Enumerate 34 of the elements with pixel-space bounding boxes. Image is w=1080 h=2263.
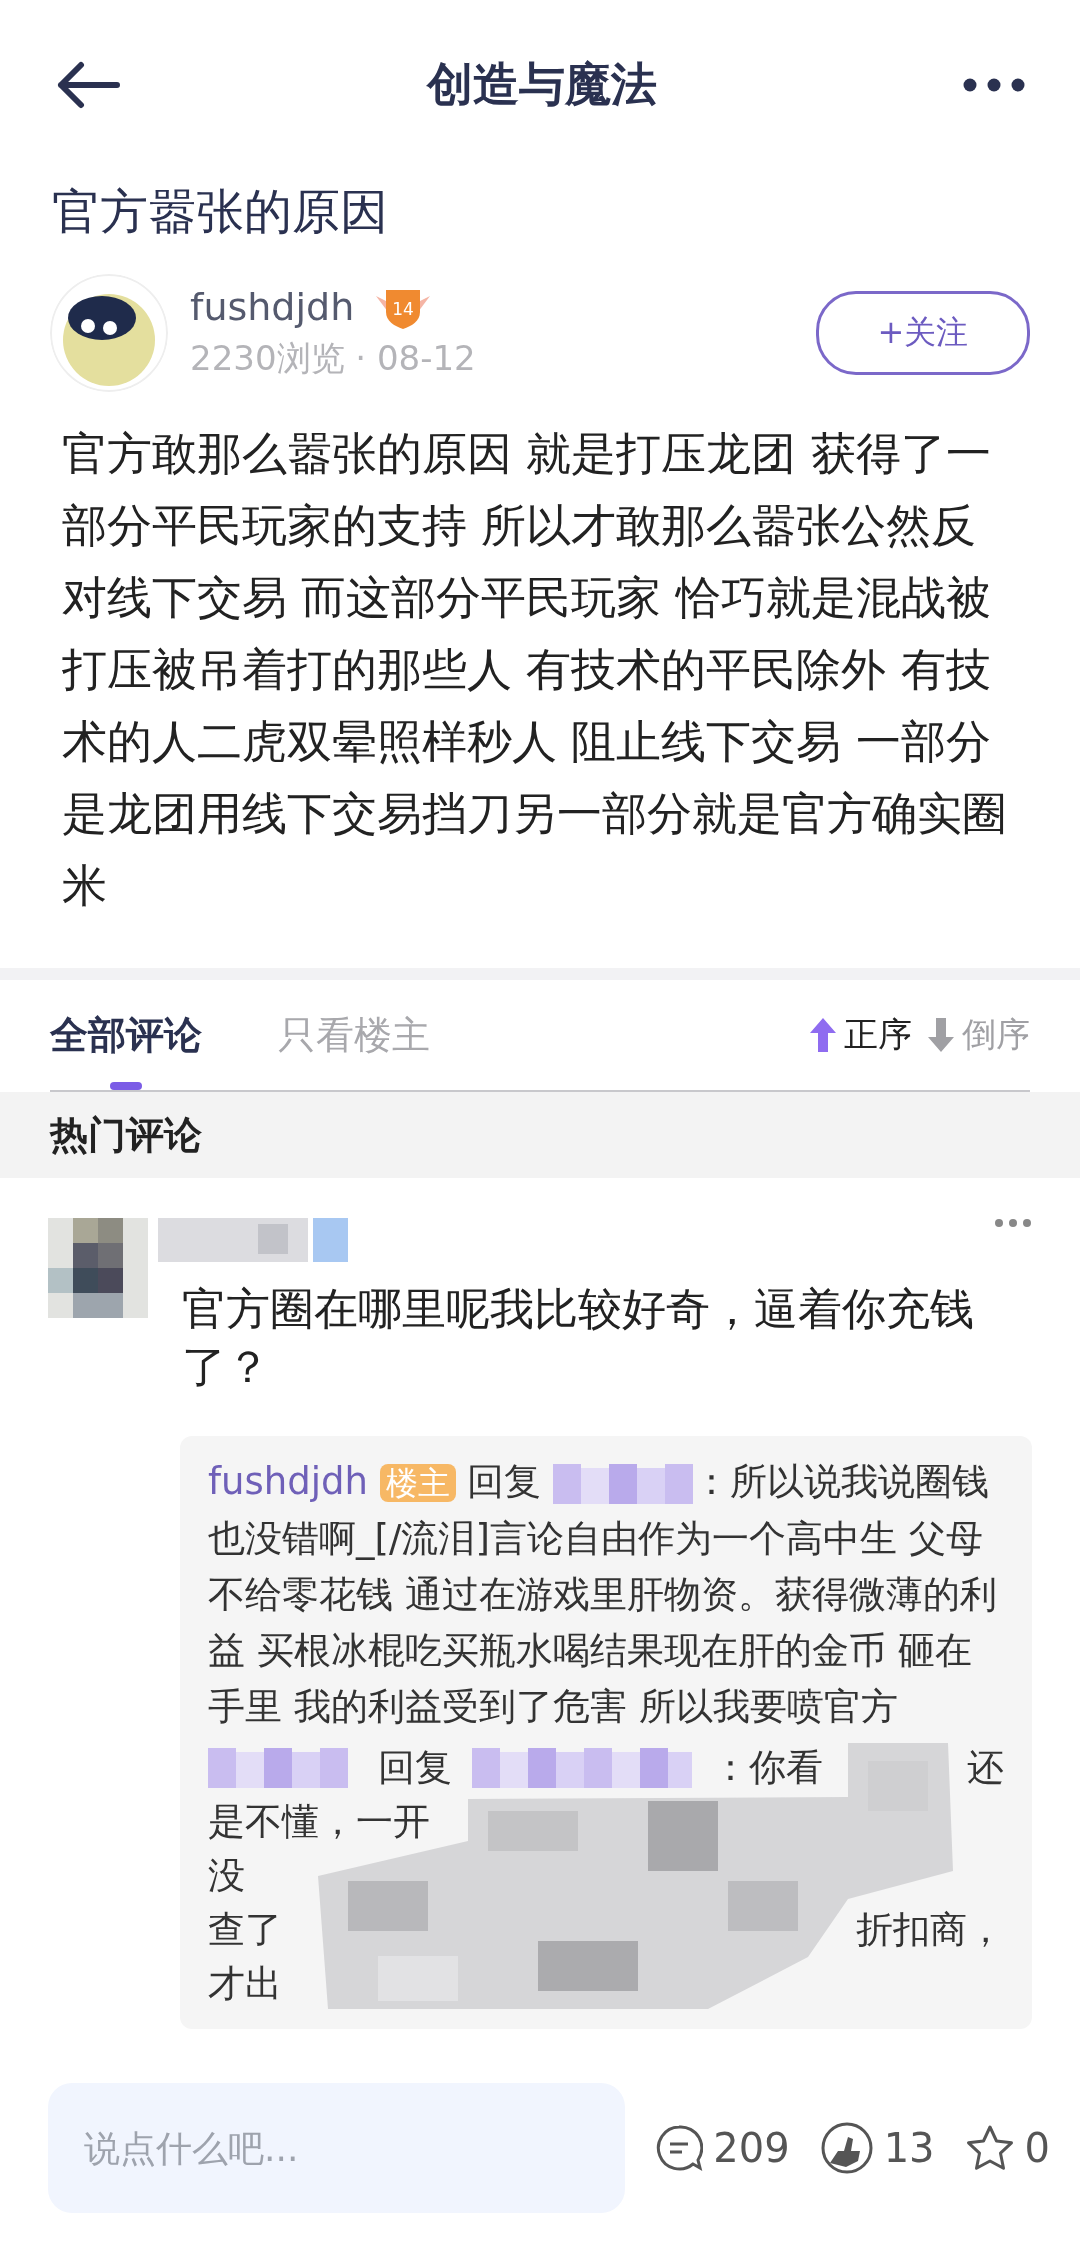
comment-icon[interactable] (655, 2124, 704, 2172)
post-body: 官方敢那么嚣张的原因 就是打压龙团 获得了一部分平民玩家的支持 所以才敢那么嚣张公然反对线下交易 而这部分平民玩家 恰巧就是混战被打压被吊着打的那些人 有技术的平民除外 有技术的人二虎双晕照样秒人 阻止线下交易 一部分是龙团用线下交易挡刀另一部分就是官方确实圈米 (62, 426, 1007, 914)
comment-input[interactable]: 说点什么吧... (48, 2083, 626, 2213)
star-icon[interactable] (964, 2124, 1015, 2172)
reply-fragment: 是不懂，一开 (208, 1799, 430, 1845)
up-arrow-icon (808, 1016, 838, 1054)
page-title: 创造与魔法 (427, 56, 657, 113)
thumbs-up-icon[interactable] (819, 2121, 874, 2175)
reply-fragment: 还 (967, 1745, 1004, 1791)
post-meta: 2230浏览 · 08-12 (190, 337, 477, 380)
reply-author[interactable]: fushdjdh (208, 1460, 368, 1503)
level-badge: 14 (372, 284, 435, 330)
more-icon[interactable] (963, 78, 1025, 92)
reply-fragment: 折扣商， (856, 1907, 1004, 1953)
comment-tab[interactable]: 全部评论 (50, 980, 202, 1090)
sort-option[interactable]: 正序 (808, 1012, 912, 1058)
owner-badge: 楼主 (379, 1464, 456, 1502)
reply-verb: 回复 (378, 1745, 452, 1791)
reply-fragment: 才出 (208, 1961, 282, 2007)
back-icon[interactable] (55, 61, 121, 109)
comment-text: 官方圈在哪里呢我比较好奇，逼着你充钱了？ (182, 1282, 975, 1394)
down-arrow-icon (926, 1016, 956, 1054)
follow-button[interactable]: +关注 (816, 291, 1030, 375)
reply-fragment: 查了 (208, 1907, 282, 1953)
avatar[interactable] (50, 274, 168, 392)
comment-count: 209 (713, 2125, 790, 2171)
reply-text: fushdjdh 楼主 回复 ：所以说我说圈钱也没错啊_[/流泪]言论自由作为一个高中生 父母不给零花钱 通过在游戏里肝物资。获得微薄的利益 买根冰棍吃买瓶水喝结果现在肝的金币 砸在手里 我的利益受到了危害 所以我要喷官方 (208, 1459, 998, 1730)
reply-fragment: ：你看 (712, 1745, 823, 1791)
section-title: 热门评论 (0, 1092, 1080, 1178)
author-name[interactable]: fushdjdh (190, 285, 355, 329)
post-title: 官方嚣张的原因 (52, 182, 389, 241)
reply-fragment: 没 (208, 1853, 245, 1899)
favorite-count: 0 (1024, 2125, 1050, 2171)
like-count: 13 (883, 2125, 935, 2171)
